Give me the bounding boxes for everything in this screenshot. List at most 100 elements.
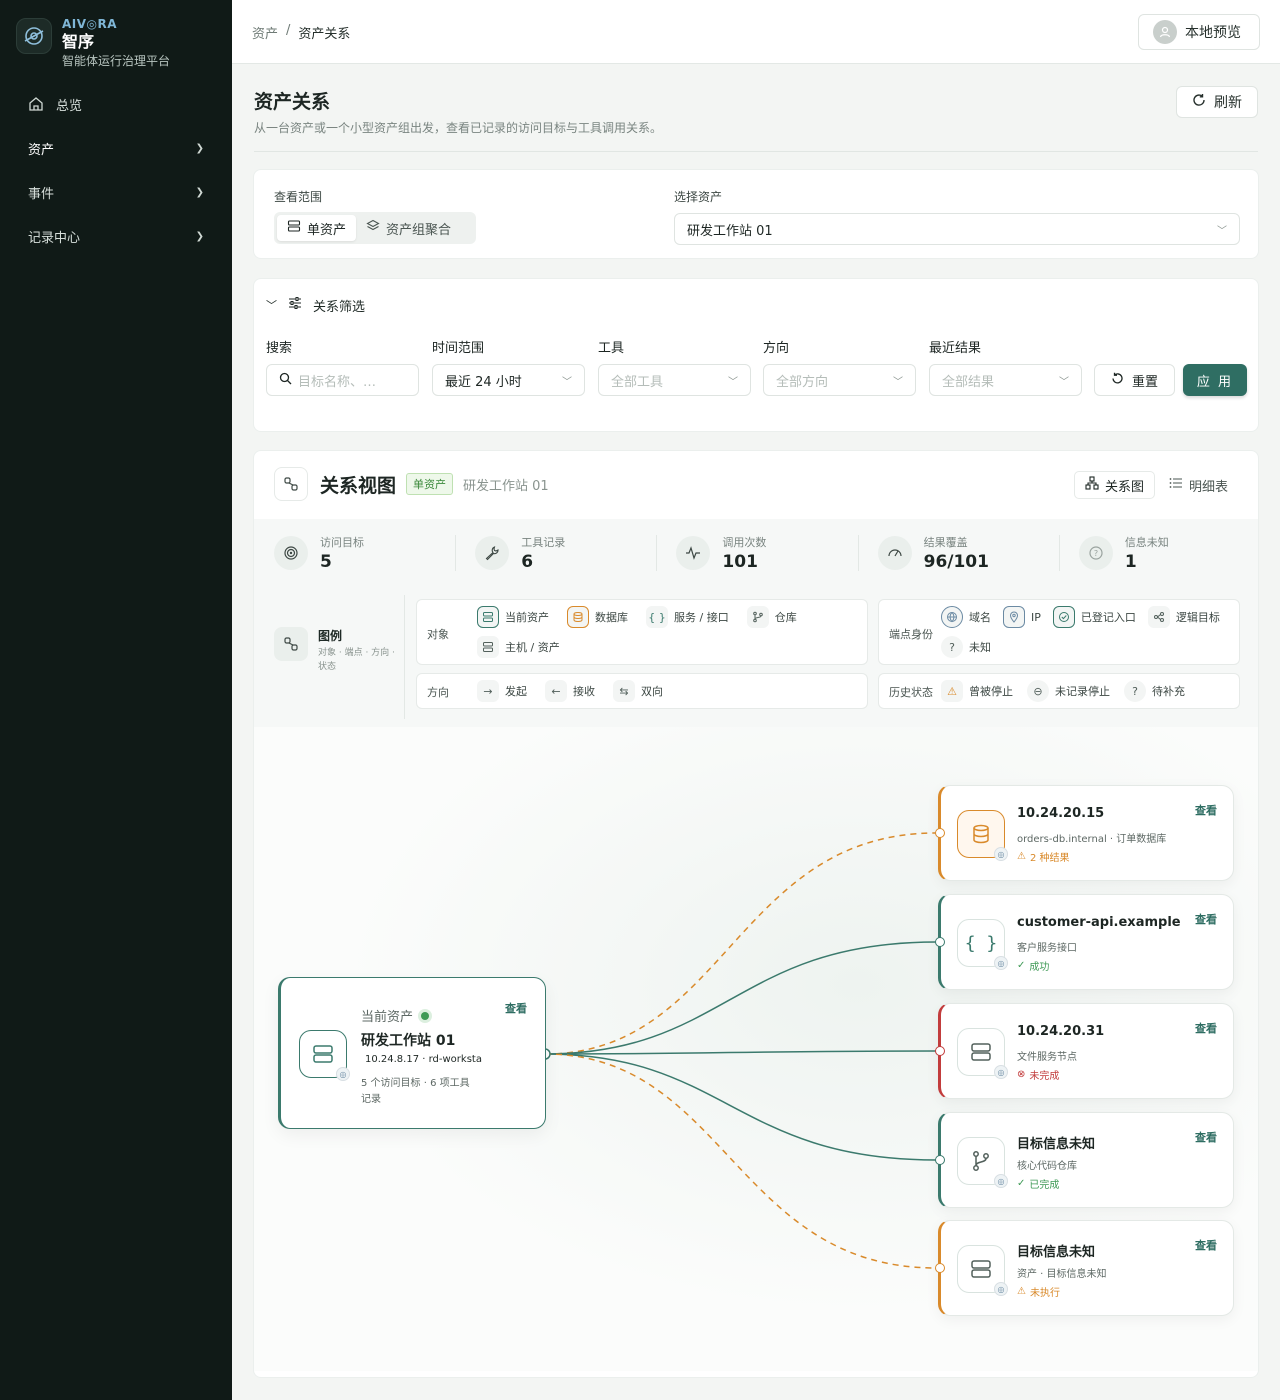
target-status: ✓ 已完成 [1017, 1176, 1059, 1191]
target-node[interactable]: ◎ 10.24.20.31 文件服务节点 ⊗ 未完成 查看 [935, 1003, 1234, 1099]
reset-label: 重置 [1131, 374, 1158, 390]
direction-value: 全部方向 [776, 374, 829, 390]
gauge-icon [877, 536, 912, 570]
sliders-icon [287, 295, 303, 315]
target-status-label: 成功 [1029, 962, 1050, 973]
stat-label: 调用次数 [722, 536, 767, 549]
asset-select[interactable]: 研发工作站 01 ﹀ [674, 213, 1240, 245]
chevron-down-icon: ﹀ [728, 376, 738, 388]
legend-object-database: 数据库 [595, 611, 628, 624]
list-icon [1169, 476, 1183, 494]
scope-single-asset-option[interactable]: 单资产 [277, 215, 357, 241]
target-node[interactable]: ◎ 10.24.20.15 orders-db.internal · 订单数据库 ⚠ 2… [935, 785, 1234, 881]
search-input[interactable]: 目标名称、… [266, 364, 419, 396]
page-description: 从一台资产或一个小型资产组出发，查看已记录的访问目标与工具调用关系。 [254, 121, 663, 135]
target-subtitle: 客户服务接口 [1017, 943, 1077, 954]
question-icon: ? [941, 636, 963, 658]
legend-category-label: 历史状态 [889, 686, 933, 699]
reset-icon [1111, 372, 1124, 389]
sidebar-item-events[interactable]: 事件 ❯ [16, 172, 216, 212]
status-icon: ⚠ [1017, 851, 1026, 862]
layers-icon [366, 219, 380, 237]
refresh-button[interactable]: 刷新 [1176, 86, 1258, 118]
local-preview-button[interactable]: 本地预览 [1138, 14, 1260, 50]
source-kind-row: 当前资产 [361, 1006, 430, 1025]
breadcrumb-root[interactable]: 资产 [252, 23, 278, 42]
target-port [935, 828, 945, 838]
legend-history: 历史状态 ⚠ 曾被停止 ⊖ 未记录停止 ? 待补充 [878, 673, 1240, 709]
legend-direction-outbound: 发起 [505, 685, 527, 698]
time-range-select[interactable]: 最近 24 小时 ﹀ [432, 364, 585, 396]
relation-header: 关系视图 单资产 研发工作站 01 [274, 467, 549, 501]
target-status-label: 未执行 [1029, 1288, 1060, 1299]
sidebar-item-overview[interactable]: 总览 [16, 84, 216, 124]
scope-segmented-control: 单资产 资产组聚合 [274, 212, 476, 244]
target-node[interactable]: ◎ 目标信息未知 资产 · 目标信息未知 ⚠ 未执行 查看 [935, 1220, 1234, 1316]
legend-object-repo: 仓库 [774, 611, 797, 624]
target-status-label: 已完成 [1029, 1180, 1060, 1191]
target-title: 目标信息未知 [1017, 1245, 1096, 1260]
legend-endpoint-registered: 已登记入口 [1080, 611, 1136, 624]
target-subtitle: 核心代码仓库 [1017, 1161, 1077, 1172]
direction-select[interactable]: 全部方向 ﹀ [763, 364, 916, 396]
stat-value: 96/101 [923, 552, 989, 572]
relation-nodes-icon [274, 627, 308, 661]
endpoint-mini-icon: ◎ [994, 1282, 1008, 1296]
target-status: ✓ 成功 [1017, 958, 1049, 973]
result-select[interactable]: 全部结果 ﹀ [929, 364, 1082, 396]
tool-select[interactable]: 全部工具 ﹀ [598, 364, 751, 396]
view-target-link[interactable]: 查看 [1195, 1237, 1217, 1253]
legend-endpoint-ip: IP [1031, 610, 1041, 624]
filter-title: 关系筛选 [313, 299, 366, 315]
target-status: ⊗ 未完成 [1017, 1067, 1059, 1082]
breadcrumb-current: 资产关系 [298, 27, 351, 42]
braces-icon: { } ◎ [957, 919, 1008, 970]
status-dot [421, 1011, 430, 1020]
target-node[interactable]: ◎ 目标信息未知 核心代码仓库 ✓ 已完成 查看 [935, 1112, 1234, 1208]
topbar: 资产 / 资产关系 本地预览 [232, 0, 1280, 64]
scope-group-option[interactable]: 资产组聚合 [356, 215, 461, 241]
stat-label: 访问目标 [320, 536, 364, 549]
legend-direction-inbound: 接收 [573, 685, 595, 698]
result-value: 全部结果 [942, 374, 995, 390]
result-label: 最近结果 [929, 341, 982, 356]
target-port [935, 1046, 945, 1056]
target-title: 10.24.20.15 [1017, 806, 1105, 821]
source-asset-node[interactable]: ◎ 当前资产 研发工作站 01 10.24.8.17 · rd-worksta … [278, 977, 546, 1129]
view-target-link[interactable]: 查看 [1195, 1020, 1217, 1036]
sidebar-item-assets[interactable]: 资产 ❯ [16, 128, 216, 168]
view-target-link[interactable]: 查看 [1195, 911, 1217, 927]
scope-option-label: 资产组聚合 [386, 222, 452, 238]
stat-value: 6 [521, 552, 534, 572]
pulse-icon [676, 536, 711, 570]
sidebar-item-records[interactable]: 记录中心 ❯ [16, 216, 216, 256]
legend: 图例 对象 · 端点 · 方向 · 状态 对象 当前资产 数据库 { } 服务 /… [254, 587, 1258, 727]
server-icon: ◎ [957, 1028, 1008, 1079]
legend-history-unrecorded: 未记录停止 [1055, 685, 1110, 698]
tab-table-view[interactable]: 明细表 [1159, 471, 1238, 499]
sidebar-item-label: 事件 [28, 186, 55, 202]
reset-button[interactable]: 重置 [1094, 364, 1175, 396]
view-target-link[interactable]: 查看 [1195, 802, 1217, 818]
server-icon [477, 606, 499, 628]
asset-select-value: 研发工作站 01 [687, 223, 773, 239]
legend-category-label: 方向 [427, 686, 449, 699]
brand-subtitle: 智能体运行治理平台 [62, 54, 171, 68]
time-range-value: 最近 24 小时 [445, 374, 522, 390]
tab-graph-view[interactable]: 关系图 [1073, 471, 1155, 499]
target-port [935, 1263, 945, 1273]
target-title: 目标信息未知 [1017, 1137, 1096, 1152]
view-source-link[interactable]: 查看 [505, 1000, 527, 1016]
target-node[interactable]: { } ◎ customer-api.example 客户服务接口 ✓ 成功 查看 [935, 894, 1234, 990]
filter-toggle[interactable]: ﹀ 关系筛选 [266, 295, 365, 315]
stat-label: 信息未知 [1124, 536, 1169, 549]
view-target-link[interactable]: 查看 [1195, 1129, 1217, 1145]
apply-button[interactable]: 应 用 [1183, 364, 1247, 396]
target-icon [274, 536, 308, 570]
legend-object-host: 主机 / 资产 [505, 641, 560, 654]
legend-endpoint-logical: 逻辑目标 [1175, 611, 1220, 624]
tab-label: 明细表 [1188, 479, 1228, 495]
filter-card: ﹀ 关系筛选 搜索 目标名称、… 时间范围 最近 24 小时 ﹀ 工具 全部工具… [253, 278, 1259, 432]
sidebar-nav: 总览 资产 ❯ 事件 ❯ 记录中心 ❯ [16, 84, 216, 260]
local-preview-label: 本地预览 [1185, 25, 1241, 41]
